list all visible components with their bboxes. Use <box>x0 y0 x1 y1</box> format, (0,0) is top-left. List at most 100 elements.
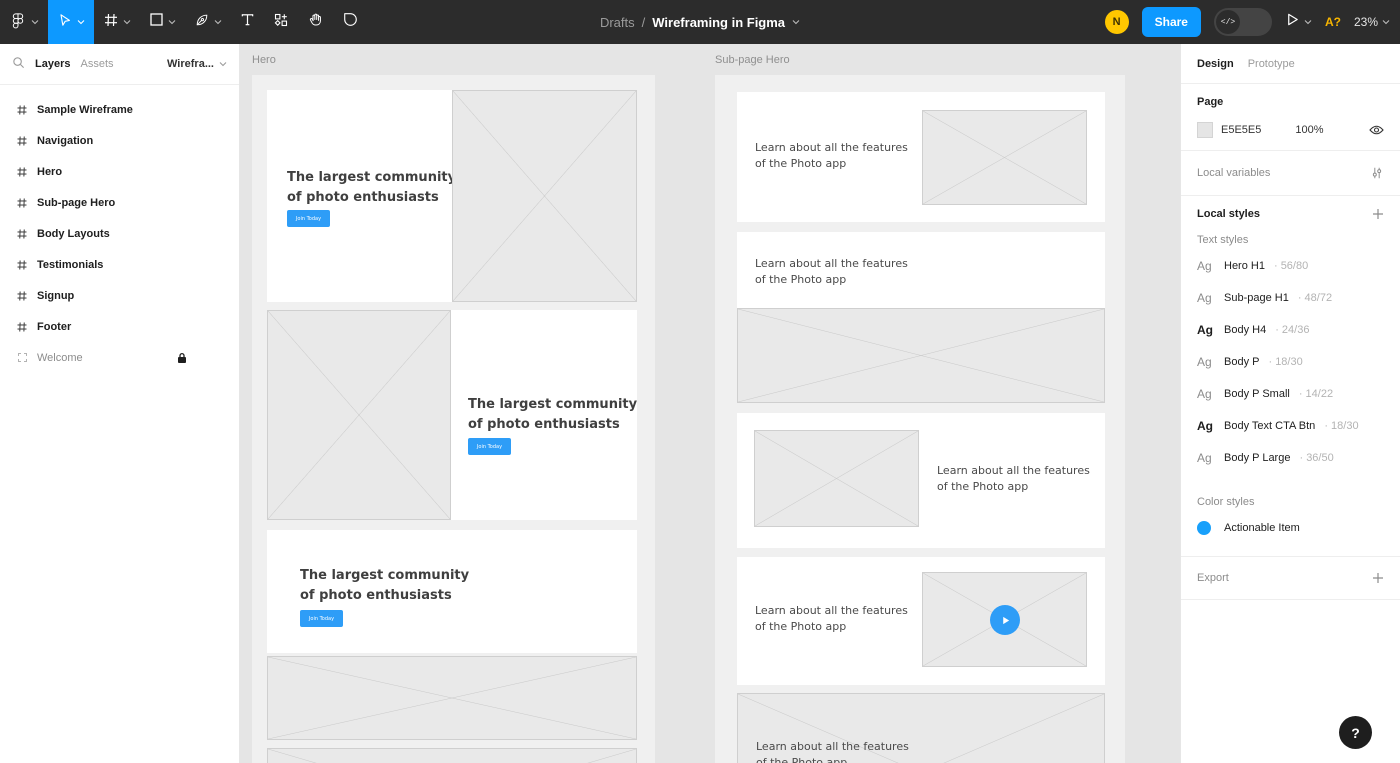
join-today-button[interactable]: Join Today <box>287 210 330 227</box>
local-variables-section[interactable]: Local variables <box>1181 151 1400 196</box>
canvas[interactable]: Hero The largest community of photo enth… <box>240 44 1180 763</box>
lock-icon[interactable] <box>177 352 187 364</box>
tab-layers[interactable]: Layers <box>35 58 70 70</box>
layer-row-hero[interactable]: Hero <box>0 156 239 187</box>
subpage-body-line1: Learn about all the features <box>755 257 908 270</box>
layer-row-testimonials[interactable]: Testimonials <box>0 249 239 280</box>
text-style-body-p[interactable]: Ag Body P · 18/30 <box>1197 346 1384 378</box>
layer-name: Body Layouts <box>37 227 110 240</box>
export-section[interactable]: Export <box>1181 557 1400 600</box>
layer-row-footer[interactable]: Footer <box>0 311 239 342</box>
image-placeholder[interactable] <box>452 90 637 302</box>
hero-variant-2[interactable]: The largest community of photo enthusias… <box>267 310 637 520</box>
hand-tool-button[interactable] <box>298 0 333 44</box>
subpage-block-4[interactable]: Learn about all the features of the Phot… <box>737 557 1105 685</box>
move-tool-button[interactable] <box>48 0 94 44</box>
page-color-hex[interactable]: E5E5E5 <box>1221 124 1261 136</box>
text-style-body-text-cta-btn[interactable]: Ag Body Text CTA Btn · 18/30 <box>1197 410 1384 442</box>
present-button[interactable] <box>1285 12 1312 32</box>
add-style-plus-icon[interactable] <box>1372 208 1384 220</box>
layer-row-navigation[interactable]: Navigation <box>0 125 239 156</box>
visibility-eye-icon[interactable] <box>1369 124 1384 136</box>
main-menu-button[interactable] <box>0 0 48 44</box>
text-style-sub-page-h1[interactable]: Ag Sub-page H1 · 48/72 <box>1197 282 1384 314</box>
subpage-body-line2: of the Photo app <box>756 756 848 763</box>
frame-sub-page-hero[interactable]: Learn about all the features of the Phot… <box>715 75 1125 763</box>
image-placeholder[interactable] <box>737 308 1105 403</box>
page-selector[interactable]: Wirefra... <box>167 58 231 70</box>
add-export-plus-icon[interactable] <box>1372 572 1384 584</box>
image-placeholder[interactable] <box>922 110 1087 205</box>
subpage-block-2[interactable]: Learn about all the features of the Phot… <box>737 232 1105 308</box>
style-sample: Ag <box>1197 419 1213 433</box>
share-button[interactable]: Share <box>1141 7 1201 37</box>
text-style-hero-h1[interactable]: Ag Hero H1 · 56/80 <box>1197 250 1384 282</box>
image-placeholder[interactable] <box>267 656 637 740</box>
text-style-body-h4[interactable]: Ag Body H4 · 24/36 <box>1197 314 1384 346</box>
style-name: Actionable Item <box>1224 522 1300 534</box>
layer-row-signup[interactable]: Signup <box>0 280 239 311</box>
variables-icon[interactable] <box>1370 166 1384 180</box>
hero-variant-1[interactable]: The largest community of photo enthusias… <box>267 90 637 302</box>
video-placeholder[interactable] <box>922 572 1087 667</box>
text-style-body-p-large[interactable]: Ag Body P Large · 36/50 <box>1197 442 1384 474</box>
image-placeholder[interactable] <box>267 748 637 763</box>
chevron-down-icon <box>1304 19 1312 25</box>
hero-headline-line2: of photo enthusiasts <box>300 588 452 603</box>
join-today-button[interactable]: Join Today <box>300 610 343 627</box>
subpage-block-1[interactable]: Learn about all the features of the Phot… <box>737 92 1105 222</box>
style-sample: Ag <box>1197 451 1212 465</box>
breadcrumb-file-name[interactable]: Wireframing in Figma <box>652 15 785 30</box>
frame-hero[interactable]: The largest community of photo enthusias… <box>252 75 655 763</box>
color-style-swatch <box>1197 521 1211 535</box>
style-name: Body P <box>1224 356 1260 368</box>
shape-tool-button[interactable] <box>140 0 185 44</box>
layer-row-sample-wireframe[interactable]: Sample Wireframe <box>0 94 239 125</box>
style-sample: Ag <box>1197 259 1212 273</box>
frame-label-sub-page-hero[interactable]: Sub-page Hero <box>715 54 790 66</box>
join-today-button[interactable]: Join Today <box>468 438 511 455</box>
pen-tool-button[interactable] <box>185 0 231 44</box>
layer-row-body-layouts[interactable]: Body Layouts <box>0 218 239 249</box>
page-color-opacity[interactable]: 100% <box>1295 124 1323 136</box>
subpage-body-line2: of the Photo app <box>755 273 847 286</box>
avatar[interactable]: N <box>1104 10 1129 34</box>
text-tool-button[interactable] <box>231 0 264 44</box>
style-name: Body P Large <box>1224 452 1291 464</box>
actions-tool-button[interactable] <box>264 0 298 44</box>
subpage-block-3[interactable]: Learn about all the features of the Phot… <box>737 413 1105 548</box>
chevron-down-icon <box>168 19 176 25</box>
file-menu-chevron-icon[interactable] <box>792 19 800 25</box>
help-button[interactable]: ? <box>1339 716 1372 749</box>
comment-tool-button[interactable] <box>333 0 368 44</box>
inspector-panel: Design Prototype Page E5E5E5 100% Local … <box>1180 44 1400 763</box>
search-icon[interactable] <box>12 56 25 72</box>
play-button[interactable] <box>990 605 1020 635</box>
color-style-actionable-item[interactable]: Actionable Item <box>1197 512 1384 544</box>
dev-mode-toggle[interactable]: </> <box>1213 8 1272 36</box>
layer-row-sub-page-hero[interactable]: Sub-page Hero <box>0 187 239 218</box>
style-sample: Ag <box>1197 291 1212 305</box>
frame-hash-icon <box>16 166 28 178</box>
page-color-swatch[interactable] <box>1197 122 1213 138</box>
frame-tool-button[interactable] <box>94 0 140 44</box>
tab-prototype[interactable]: Prototype <box>1248 58 1295 70</box>
breadcrumb-folder[interactable]: Drafts <box>600 15 635 30</box>
hero-variant-3[interactable]: The largest community of photo enthusias… <box>267 530 637 653</box>
layer-name: Sample Wireframe <box>37 103 133 116</box>
text-style-body-p-small[interactable]: Ag Body P Small · 14/22 <box>1197 378 1384 410</box>
chevron-down-icon <box>123 19 131 25</box>
image-placeholder[interactable] <box>754 430 919 527</box>
style-sample: Ag <box>1197 355 1212 369</box>
tab-design[interactable]: Design <box>1197 58 1234 70</box>
layer-row-welcome[interactable]: Welcome <box>0 342 239 373</box>
zoom-level-control[interactable]: 23% <box>1354 15 1390 29</box>
style-detail: · 18/30 <box>1268 356 1303 368</box>
image-placeholder[interactable] <box>267 310 451 520</box>
style-name: Sub-page H1 <box>1224 292 1289 304</box>
image-placeholder[interactable]: Learn about all the features of the Phot… <box>737 693 1105 763</box>
missing-fonts-badge[interactable]: A? <box>1325 15 1341 29</box>
style-name: Body P Small <box>1224 388 1290 400</box>
tab-assets[interactable]: Assets <box>80 58 113 70</box>
frame-label-hero[interactable]: Hero <box>252 54 276 66</box>
